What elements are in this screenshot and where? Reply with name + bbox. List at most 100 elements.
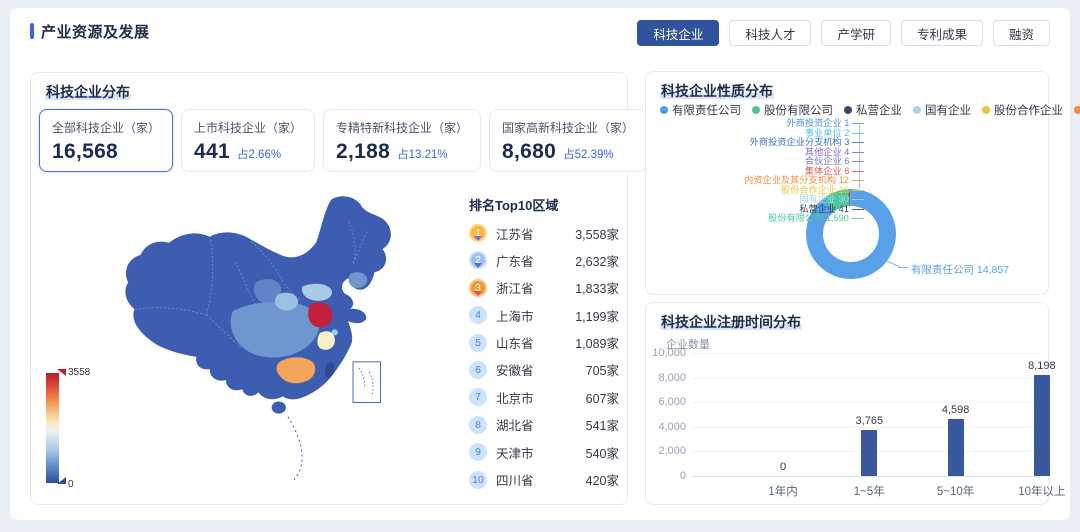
stat-card-label: 全部科技企业（家） [52,119,160,136]
pie-label-text: 合伙企业 6 [805,157,849,166]
legend-dot-icon [1074,106,1080,114]
legend-dot-icon [982,106,990,114]
pie-label-text: 国有企业 30 [799,195,849,204]
rank-region-name: 湖北省 [496,415,586,434]
y-tick-label: 8,000 [646,372,686,384]
tab-industry-academia[interactable]: 产学研 [821,20,891,46]
y-tick-label: 0 [646,470,686,482]
pie-label-line [852,133,864,134]
legend-item-4[interactable]: 股份合作企业 [982,102,1063,118]
stat-card-0[interactable]: 全部科技企业（家） 16,568 [39,109,173,172]
stat-card-pct: 占52.39% [563,146,614,162]
tab-bar: 科技企业科技人才产学研专利成果融资 [637,20,1050,46]
rank-region-name: 上海市 [496,306,575,325]
rank-region-name: 浙江省 [496,278,575,297]
gridline [693,402,1038,403]
stat-card-valrow: 2,188占13.21% [336,140,468,164]
medal-icon: 1 [469,224,487,242]
stat-card-pct: 占2.66% [237,146,281,162]
pie-label-line [852,190,864,191]
legend-item-0[interactable]: 有限责任公司 [660,102,741,118]
bar-value-label: 0 [753,461,813,473]
pie-label-row: 股份有限公司 1,590 [646,214,864,224]
pie-label-text: 外商投资企业分支机构 3 [749,138,849,147]
pie-labels: 外商投资企业 1事业单位 2外商投资企业分支机构 3其他企业 4合伙企业 6集体… [646,119,864,224]
panel-title-registration: 科技企业注册时间分布 [660,312,802,332]
stat-card-value: 8,680 [502,140,556,164]
bar-2 [948,419,964,476]
x-category-label: 5~10年 [921,483,991,499]
dashboard-page: 产业资源及发展 科技企业科技人才产学研专利成果融资 科技企业分布 全部科技企业（… [0,0,1080,532]
rank-number-icon: 5 [469,334,487,352]
rank-region-value: 1,833家 [575,278,619,297]
map-inset-box [353,362,380,403]
legend-label: 国有企业 [925,102,971,118]
pie-label-text: 集体企业 6 [805,167,849,176]
pie-label-row: 国有企业 30 [646,195,864,205]
legend-label: 私营企业 [856,102,902,118]
table-row: 5山东省1,089家 [469,334,619,352]
rank-region-name: 北京市 [496,388,586,407]
stat-card-1[interactable]: 上市科技企业（家） 441 占2.66% [181,109,315,172]
rank-number-icon: 7 [469,388,487,406]
medal-icon: 3 [469,279,487,297]
pie-label-text: 股份合作企业 16 [781,186,849,195]
rank-number-icon: 4 [469,306,487,324]
x-axis-line [693,476,1038,477]
legend-dot-icon [913,106,921,114]
title-accent-bar [30,23,34,39]
enterprise-nature-panel: 科技企业性质分布 有限责任公司股份有限公司私营企业国有企业股份合作企业内 ◀ 1… [645,71,1049,295]
pie-label-text: 外商投资企业 1 [786,119,849,128]
rank-region-name: 山东省 [496,333,575,352]
top10-ranking: 排名Top10区域 1江苏省3,558家2广东省2,632家3浙江省1,833家… [469,195,619,498]
legend-item-5[interactable]: 内 [1074,102,1080,118]
rank-region-name: 江苏省 [496,224,575,243]
rank-region-value: 420家 [586,470,619,489]
pie-label-row: 外商投资企业分支机构 3 [646,138,864,148]
color-gradient-bar [46,373,59,483]
stat-card-3[interactable]: 国家高新科技企业（家）8,680占52.39% [489,109,647,172]
tab-tech-talent[interactable]: 科技人才 [729,20,811,46]
rank-number-icon: 6 [469,361,487,379]
tab-tech-enterprise[interactable]: 科技企业 [637,20,719,46]
pie-label-line [852,161,864,162]
registration-time-panel: 科技企业注册时间分布 企业数量 10,0008,0006,0004,0002,0… [645,302,1049,505]
legend-item-1[interactable]: 股份有限公司 [752,102,833,118]
scale-max-label: 3558 [68,367,90,378]
bar-value-label: 3,765 [839,415,899,427]
stat-card-value: 441 [194,140,230,164]
panel-title-nature: 科技企业性质分布 [660,81,774,101]
gridline [693,427,1038,428]
y-tick-label: 6,000 [646,396,686,408]
rank-region-name: 安徽省 [496,360,586,379]
x-category-label: 1年内 [748,483,818,499]
stat-card-valrow: 441 占2.66% [194,140,302,164]
table-row: 9天津市540家 [469,443,619,461]
rank-region-value: 540家 [586,443,619,462]
gridline [693,353,1038,354]
tab-patent-results[interactable]: 专利成果 [901,20,983,46]
pie-label-text: 股份有限公司 1,590 [768,214,849,223]
x-category-label: 10年以上 [1007,483,1077,499]
stat-card-2[interactable]: 专精特新科技企业（家）2,188占13.21% [323,109,481,172]
gridline [693,378,1038,379]
map-region-henan [275,293,298,311]
panel-title-distribution: 科技企业分布 [45,82,131,102]
pie-legend: 有限责任公司股份有限公司私营企业国有企业股份合作企业内 ◀ 1/3 ▶ [660,102,1038,118]
pie-label-line [852,218,864,219]
tab-financing[interactable]: 融资 [993,20,1050,46]
legend-item-3[interactable]: 国有企业 [913,102,971,118]
legend-dot-icon [752,106,760,114]
stat-card-label: 上市科技企业（家） [194,119,302,136]
legend-item-2[interactable]: 私营企业 [844,102,902,118]
stat-card-value: 16,568 [52,140,118,164]
pie-label-line [852,171,864,172]
map-region-zhejiang [317,331,334,349]
table-row: 8湖北省541家 [469,416,619,434]
stat-card-valrow: 16,568 [52,140,160,164]
table-row: 6安徽省705家 [469,361,619,379]
rank-number-icon: 8 [469,416,487,434]
rank-region-value: 607家 [586,388,619,407]
rank-region-name: 广东省 [496,251,575,270]
china-choropleth-map[interactable] [113,191,469,493]
